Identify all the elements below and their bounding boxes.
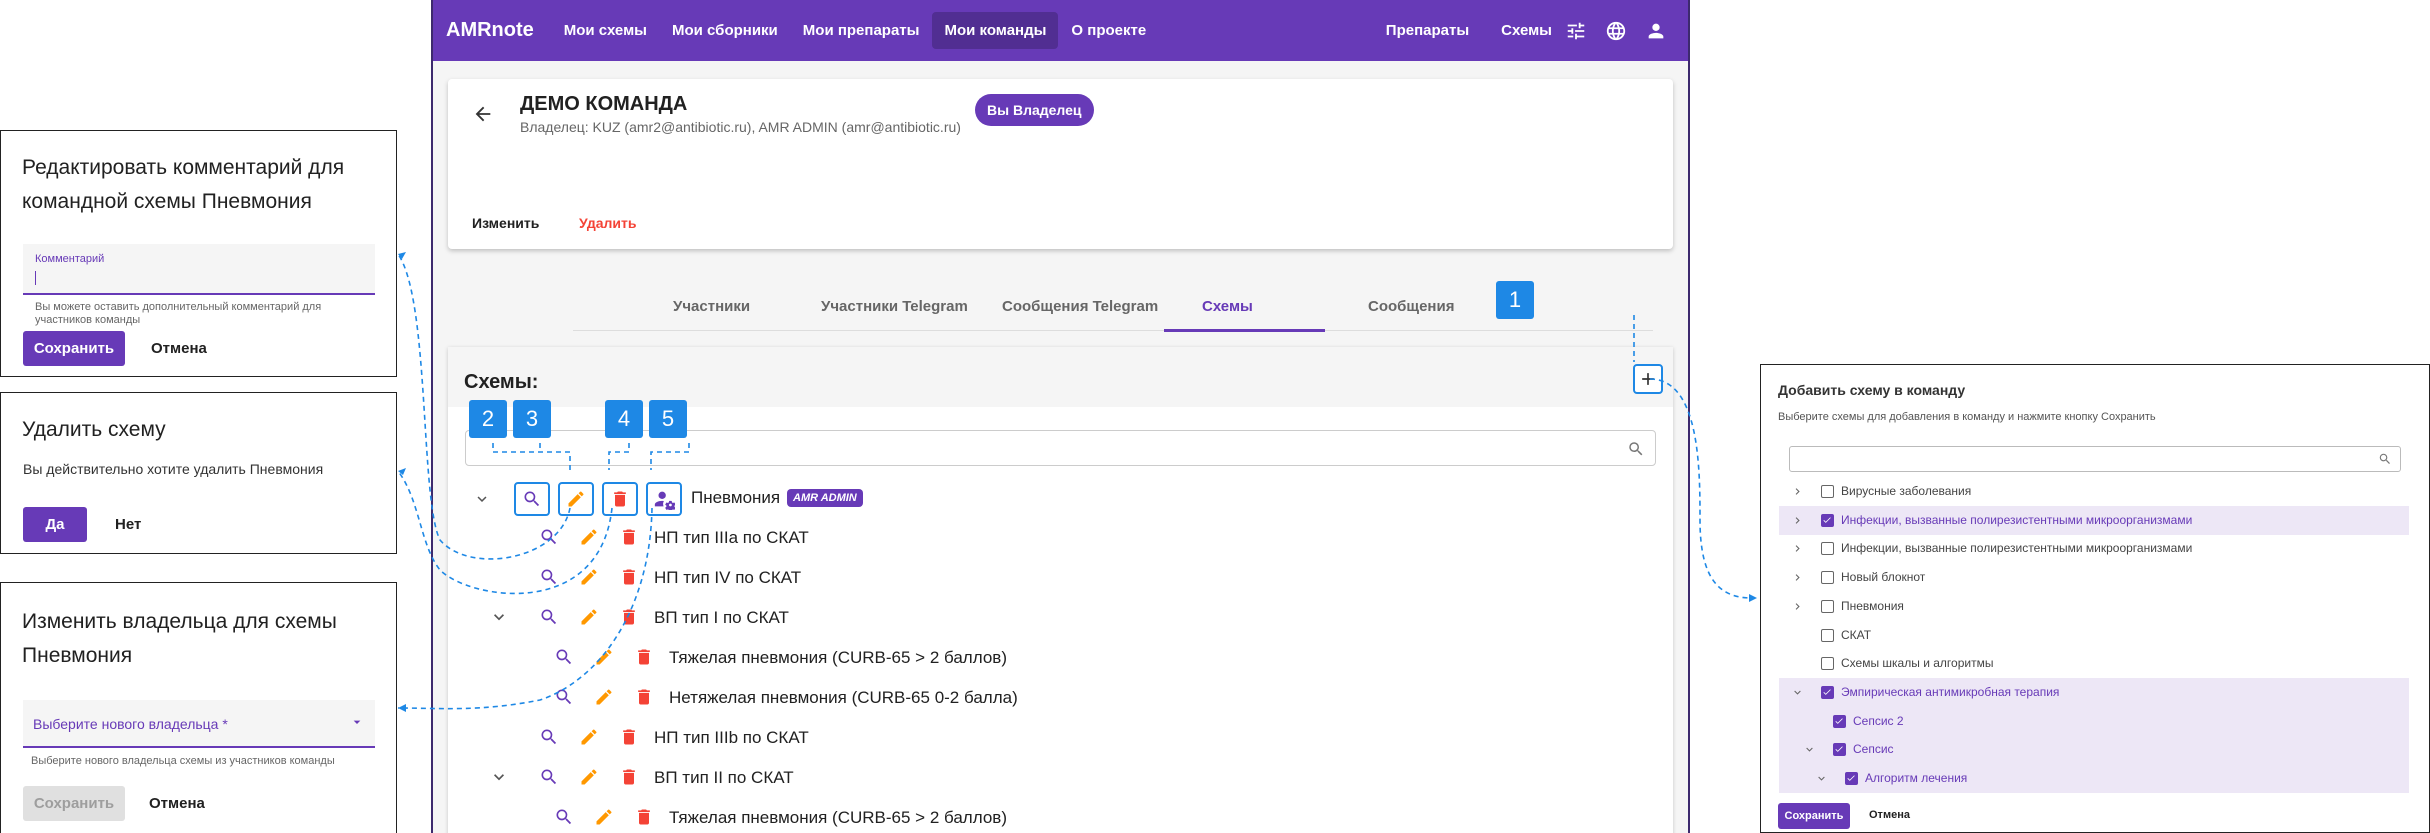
callout-connectors (397, 252, 1757, 712)
